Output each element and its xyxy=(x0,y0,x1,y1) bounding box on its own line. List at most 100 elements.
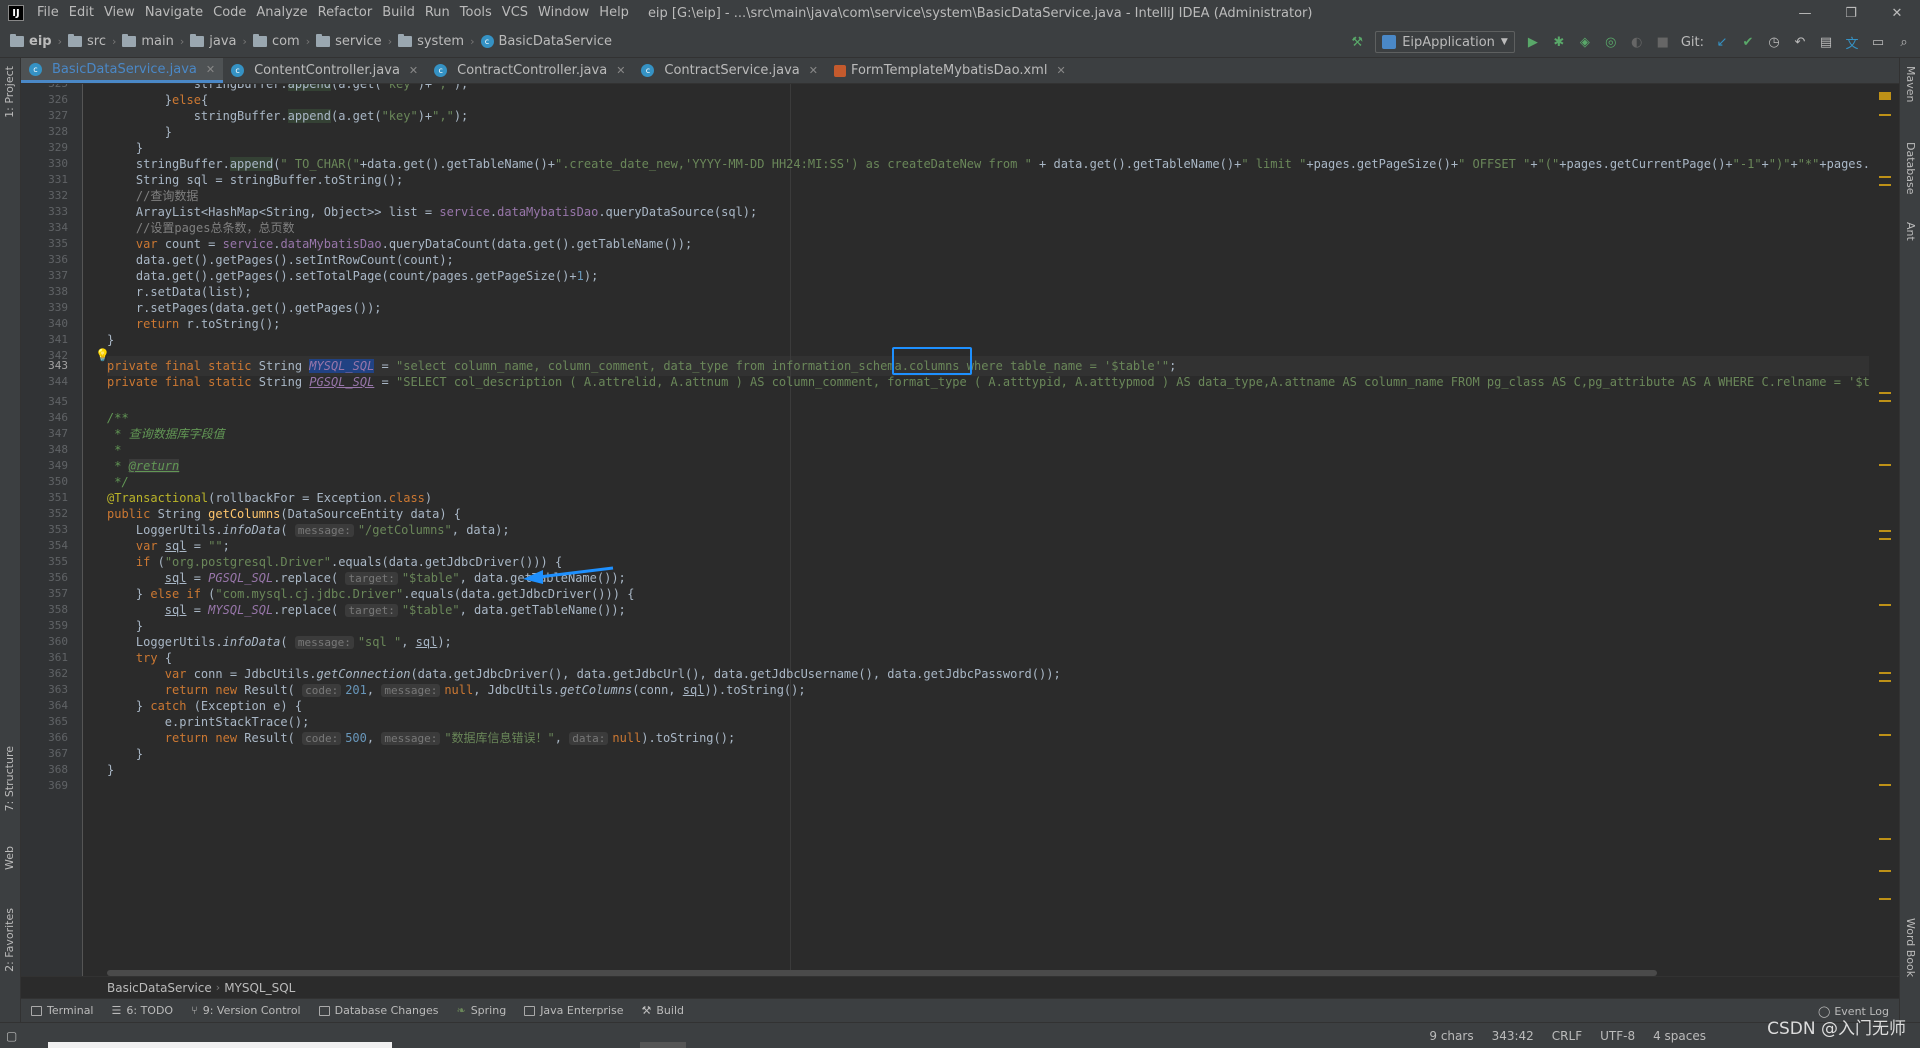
menu-edit[interactable]: Edit xyxy=(64,0,99,26)
breadcrumb-java[interactable]: java xyxy=(188,34,238,49)
close-icon[interactable]: ✕ xyxy=(409,64,418,77)
tool-build[interactable]: ⚒ Build xyxy=(642,1004,685,1017)
tool-tab-structure[interactable]: 7: Structure xyxy=(3,746,16,811)
tool-java-enterprise[interactable]: Java Enterprise xyxy=(524,1004,624,1017)
folder-icon xyxy=(190,34,205,47)
tab-contract-service[interactable]: c ContractService.java ✕ xyxy=(633,58,826,83)
menu-run[interactable]: Run xyxy=(420,0,455,26)
tool-version-control[interactable]: ⑂ 9: Version Control xyxy=(191,1004,301,1017)
git-update-icon[interactable]: ↙ xyxy=(1714,34,1730,50)
breadcrumb-label: com xyxy=(271,34,300,49)
tool-label: Terminal xyxy=(47,1004,94,1017)
tab-form-template-dao-xml[interactable]: FormTemplateMybatisDao.xml ✕ xyxy=(826,58,1074,83)
window-layout-icon[interactable]: ▭ xyxy=(1870,34,1886,50)
line-number-gutter[interactable]: 3253263273283293303313323333343353363373… xyxy=(21,84,83,976)
menu-view[interactable]: View xyxy=(99,0,140,26)
debug-icon[interactable]: ✱ xyxy=(1551,34,1567,50)
tool-tab-maven[interactable]: Maven xyxy=(1904,66,1917,102)
status-layout-icon[interactable]: ▢ xyxy=(6,1029,17,1043)
run-configuration-select[interactable]: EipApplication ▼ xyxy=(1375,31,1515,53)
editor-breadcrumb-class[interactable]: BasicDataService xyxy=(107,981,212,995)
menu-build[interactable]: Build xyxy=(377,0,420,26)
menu-vcs[interactable]: VCS xyxy=(497,0,533,26)
editor-breadcrumb-member[interactable]: MYSQL_SQL xyxy=(224,981,295,995)
fold-column[interactable]: 💡 xyxy=(83,84,110,976)
annotation-highlight-box xyxy=(892,347,972,375)
rollback-icon[interactable]: ↶ xyxy=(1792,34,1808,50)
tool-database-changes[interactable]: Database Changes xyxy=(318,1004,438,1017)
menu-analyze[interactable]: Analyze xyxy=(251,0,312,26)
folder-icon xyxy=(398,34,413,47)
terminal-icon xyxy=(31,1005,42,1016)
translate-icon[interactable]: 文 xyxy=(1844,34,1860,52)
breadcrumb-class[interactable]: c BasicDataService xyxy=(479,34,615,49)
profile-icon[interactable]: ◎ xyxy=(1603,34,1619,50)
breadcrumb-label: src xyxy=(87,34,106,49)
close-icon[interactable]: ✕ xyxy=(206,63,215,76)
history-icon[interactable]: ◷ xyxy=(1766,34,1782,50)
project-structure-icon[interactable]: ▤ xyxy=(1818,34,1834,50)
left-tool-stripe: 1: Project 7: Structure Web 2: Favorites xyxy=(0,58,21,1024)
code-text-area[interactable]: stringBuffer.append(a.get("key")+","); }… xyxy=(107,84,1869,976)
status-indent[interactable]: 4 spaces xyxy=(1653,1029,1706,1043)
close-icon[interactable]: ✕ xyxy=(616,64,625,77)
build-hammer-icon[interactable]: ⚒ xyxy=(1349,34,1365,50)
menu-file[interactable]: File xyxy=(32,0,64,26)
breadcrumb-service[interactable]: service xyxy=(314,34,384,49)
menu-navigate[interactable]: Navigate xyxy=(140,0,208,26)
status-selection-chars: 9 chars xyxy=(1429,1029,1474,1043)
tool-tab-ant[interactable]: Ant xyxy=(1904,222,1917,241)
tool-label: Java Enterprise xyxy=(540,1004,624,1017)
breadcrumb-src[interactable]: src xyxy=(66,34,108,49)
status-caret-position[interactable]: 343:42 xyxy=(1492,1029,1534,1043)
menu-window[interactable]: Window xyxy=(533,0,594,26)
tool-terminal[interactable]: Terminal xyxy=(31,1004,94,1017)
warning-marker[interactable] xyxy=(1879,92,1891,100)
tab-label: ContractController.java xyxy=(457,63,608,78)
database-changes-icon xyxy=(318,1005,330,1016)
menu-help[interactable]: Help xyxy=(594,0,634,26)
run-icon[interactable]: ▶ xyxy=(1525,34,1541,50)
tab-label: FormTemplateMybatisDao.xml xyxy=(850,63,1048,78)
line-number[interactable]: 369 xyxy=(42,776,68,796)
tool-tab-project[interactable]: 1: Project xyxy=(3,66,16,118)
attach-icon[interactable]: ◐ xyxy=(1629,34,1645,50)
coverage-icon[interactable]: ◈ xyxy=(1577,34,1593,50)
restore-button[interactable]: ❐ xyxy=(1828,0,1874,26)
error-stripe[interactable] xyxy=(1877,84,1891,976)
tool-spring[interactable]: ❧ Spring xyxy=(456,1004,506,1017)
tool-todo[interactable]: ☰ 6: TODO xyxy=(112,1004,174,1017)
breadcrumb-project[interactable]: eip xyxy=(8,34,54,49)
git-commit-icon[interactable]: ✔ xyxy=(1740,34,1756,50)
vcs-icon: ⑂ xyxy=(191,1004,198,1017)
editor-tabs: c BasicDataService.java ✕ c ContentContr… xyxy=(21,58,1899,84)
tool-label: Build xyxy=(656,1004,685,1017)
close-icon[interactable]: ✕ xyxy=(1056,64,1065,77)
close-icon[interactable]: ✕ xyxy=(809,64,818,77)
tool-tab-favorites[interactable]: 2: Favorites xyxy=(3,908,16,972)
tool-tab-database[interactable]: Database xyxy=(1904,142,1917,195)
minimize-button[interactable]: — xyxy=(1782,0,1828,26)
breadcrumb-main[interactable]: main xyxy=(120,34,175,49)
intellij-logo-icon: IJ xyxy=(8,5,24,21)
tab-contract-controller[interactable]: c ContractController.java ✕ xyxy=(426,58,633,83)
tool-tab-web[interactable]: Web xyxy=(3,846,16,870)
tool-tab-word-book[interactable]: Word Book xyxy=(1904,918,1917,977)
tab-basic-data-service[interactable]: c BasicDataService.java ✕ xyxy=(21,58,224,83)
search-icon[interactable]: ⌕ xyxy=(1896,34,1912,50)
close-window-button[interactable]: ✕ xyxy=(1874,0,1920,26)
stop-icon[interactable]: ■ xyxy=(1655,34,1671,50)
status-encoding[interactable]: UTF-8 xyxy=(1600,1029,1635,1043)
menu-code[interactable]: Code xyxy=(208,0,251,26)
taskbar-strip xyxy=(640,1042,686,1048)
status-line-separator[interactable]: CRLF xyxy=(1552,1029,1582,1043)
code-editor[interactable]: 3253263273283293303313323333343353363373… xyxy=(21,84,1899,976)
menu-refactor[interactable]: Refactor xyxy=(313,0,378,26)
menu-tools[interactable]: Tools xyxy=(455,0,497,26)
breadcrumb-system[interactable]: system xyxy=(396,34,466,49)
line-number[interactable]: 344 xyxy=(42,372,68,392)
tool-label: Spring xyxy=(470,1004,507,1017)
csdn-watermark: CSDN @入门无师 xyxy=(1767,1019,1906,1039)
breadcrumb-com[interactable]: com xyxy=(251,34,302,49)
tab-content-controller[interactable]: c ContentController.java ✕ xyxy=(223,58,426,83)
